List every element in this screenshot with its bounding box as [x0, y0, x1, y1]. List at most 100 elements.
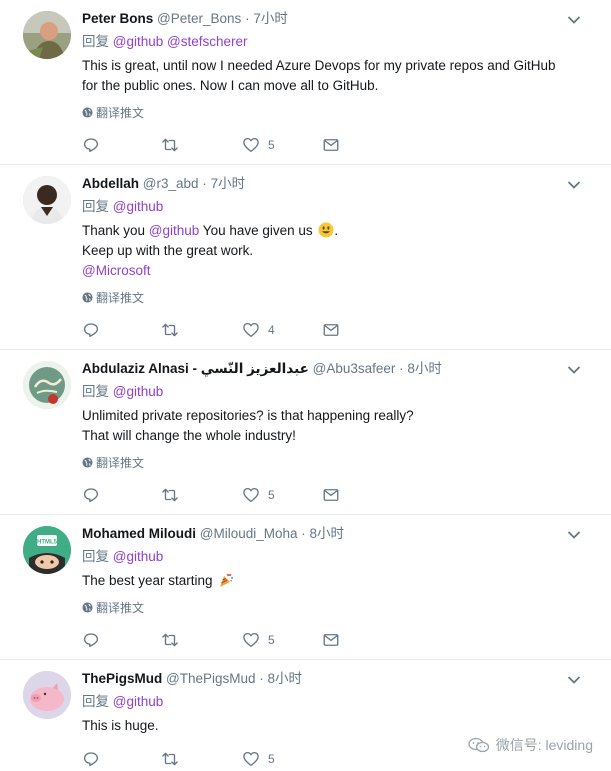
- reply-button[interactable]: [82, 320, 100, 340]
- separator-dot: ·: [259, 671, 264, 686]
- like-button[interactable]: 5: [242, 135, 275, 155]
- mention-link[interactable]: @Microsoft: [82, 263, 150, 278]
- reply-button[interactable]: [82, 135, 100, 155]
- envelope-icon: [323, 324, 339, 336]
- avatar[interactable]: [23, 671, 71, 719]
- like-button[interactable]: 4: [242, 320, 275, 340]
- tweet-menu-caret[interactable]: [567, 527, 583, 541]
- envelope-icon: [323, 489, 339, 501]
- tweet-text-line: @Microsoft: [82, 261, 582, 281]
- avatar[interactable]: HTML5: [23, 526, 71, 574]
- tweet-text: Unlimited private repositories? is that …: [82, 406, 582, 446]
- pig-avatar-icon: [23, 671, 71, 719]
- tweet-card[interactable]: Abdulaziz Alnasi - عبدالعزيز النّسي @Abu…: [0, 350, 611, 515]
- direct-message-button[interactable]: [322, 135, 340, 155]
- translate-label: 翻译推文: [96, 601, 145, 615]
- mention-link[interactable]: @github: [149, 223, 200, 238]
- avatar[interactable]: [23, 361, 71, 409]
- direct-message-button[interactable]: [322, 630, 340, 650]
- reply-context: 回复 @github: [82, 547, 163, 567]
- reply-context: 回复 @github: [82, 382, 163, 402]
- tweet-actions: 5: [82, 630, 352, 650]
- mention-link[interactable]: @stefscherer: [167, 34, 247, 49]
- user-handle[interactable]: @Miloudi_Moha: [200, 526, 298, 541]
- tweet-text-line: for the public ones. Now I can move all …: [82, 78, 379, 93]
- mention-link[interactable]: @github: [113, 549, 164, 564]
- timestamp[interactable]: 8小时: [268, 671, 303, 686]
- translate-label: 翻译推文: [96, 456, 145, 470]
- reply-button[interactable]: [82, 749, 100, 769]
- like-count: 4: [268, 323, 275, 337]
- tweet-card[interactable]: Peter Bons @Peter_Bons · 7小时 回复 @github …: [0, 0, 611, 165]
- like-button[interactable]: 5: [242, 749, 275, 769]
- text-fragment: The best year starting: [82, 573, 213, 588]
- tweet-actions: 5: [82, 485, 352, 505]
- mention-link[interactable]: @github: [113, 199, 164, 214]
- translate-tweet-link[interactable]: 翻译推文: [82, 455, 144, 471]
- mention-link[interactable]: @github: [113, 34, 164, 49]
- user-handle[interactable]: @Abu3safeer: [313, 361, 396, 376]
- tweet-menu-caret[interactable]: [567, 672, 583, 686]
- reply-prefix: 回复: [82, 384, 109, 399]
- reply-button[interactable]: [82, 485, 100, 505]
- mention-link[interactable]: @github: [113, 384, 164, 399]
- retweet-button[interactable]: [161, 135, 179, 155]
- reply-context: 回复 @github: [82, 197, 163, 217]
- translate-tweet-link[interactable]: 翻译推文: [82, 600, 144, 616]
- separator-dot: ·: [301, 526, 306, 541]
- separator-dot: ·: [202, 176, 207, 191]
- tweet-card[interactable]: HTML5 Mohamed Miloudi @Miloudi_Moha · 8小…: [0, 515, 611, 660]
- retweet-icon: [162, 752, 178, 766]
- heart-icon: [243, 322, 259, 338]
- display-name[interactable]: Abdulaziz Alnasi - عبدالعزيز النّسي: [82, 361, 309, 376]
- translate-tweet-link[interactable]: 翻译推文: [82, 105, 144, 121]
- timestamp[interactable]: 7小时: [211, 176, 246, 191]
- tweet-actions: 5: [82, 135, 352, 155]
- user-handle[interactable]: @Peter_Bons: [157, 11, 241, 26]
- tweet-menu-caret[interactable]: [567, 12, 583, 26]
- translate-label: 翻译推文: [96, 291, 145, 305]
- retweet-icon: [162, 323, 178, 337]
- display-name[interactable]: Peter Bons: [82, 11, 153, 26]
- direct-message-button[interactable]: [322, 320, 340, 340]
- retweet-button[interactable]: [161, 485, 179, 505]
- chevron-down-icon: [567, 366, 581, 374]
- avatar[interactable]: [23, 11, 71, 59]
- globe-icon: [82, 107, 93, 118]
- reply-button[interactable]: [82, 630, 100, 650]
- heart-icon: [243, 751, 259, 767]
- calligraphy-avatar-icon: [23, 361, 71, 409]
- timestamp[interactable]: 8小时: [310, 526, 345, 541]
- tweet-menu-caret[interactable]: [567, 362, 583, 376]
- avatar[interactable]: [23, 176, 71, 224]
- display-name[interactable]: ThePigsMud: [82, 671, 162, 686]
- mention-link[interactable]: @github: [113, 694, 164, 709]
- wechat-icon: [468, 737, 489, 753]
- direct-message-button[interactable]: [322, 485, 340, 505]
- tweet-header: Abdellah @r3_abd · 7小时: [82, 174, 561, 194]
- timestamp[interactable]: 7小时: [253, 11, 288, 26]
- retweet-button[interactable]: [161, 749, 179, 769]
- tweet-card[interactable]: Abdellah @r3_abd · 7小时 回复 @github Thank …: [0, 165, 611, 350]
- tweet-text: This is great, until now I needed Azure …: [82, 56, 582, 96]
- chevron-down-icon: [567, 531, 581, 539]
- tweet-text: The best year starting: [82, 571, 582, 591]
- retweet-button[interactable]: [161, 320, 179, 340]
- timestamp[interactable]: 8小时: [407, 361, 442, 376]
- translate-tweet-link[interactable]: 翻译推文: [82, 290, 144, 306]
- user-handle[interactable]: @r3_abd: [143, 176, 199, 191]
- tweet-header: ThePigsMud @ThePigsMud · 8小时: [82, 669, 561, 689]
- wechat-watermark: 微信号: leviding: [468, 735, 593, 755]
- display-name[interactable]: Mohamed Miloudi: [82, 526, 196, 541]
- user-handle[interactable]: @ThePigsMud: [166, 671, 256, 686]
- reply-prefix: 回复: [82, 199, 109, 214]
- tweet-menu-caret[interactable]: [567, 177, 583, 191]
- like-button[interactable]: 5: [242, 485, 275, 505]
- reply-context: 回复 @github: [82, 692, 163, 712]
- text-fragment: You have given us: [199, 223, 313, 238]
- display-name[interactable]: Abdellah: [82, 176, 139, 191]
- like-button[interactable]: 5: [242, 630, 275, 650]
- retweet-icon: [162, 138, 178, 152]
- retweet-button[interactable]: [161, 630, 179, 650]
- reply-prefix: 回复: [82, 549, 109, 564]
